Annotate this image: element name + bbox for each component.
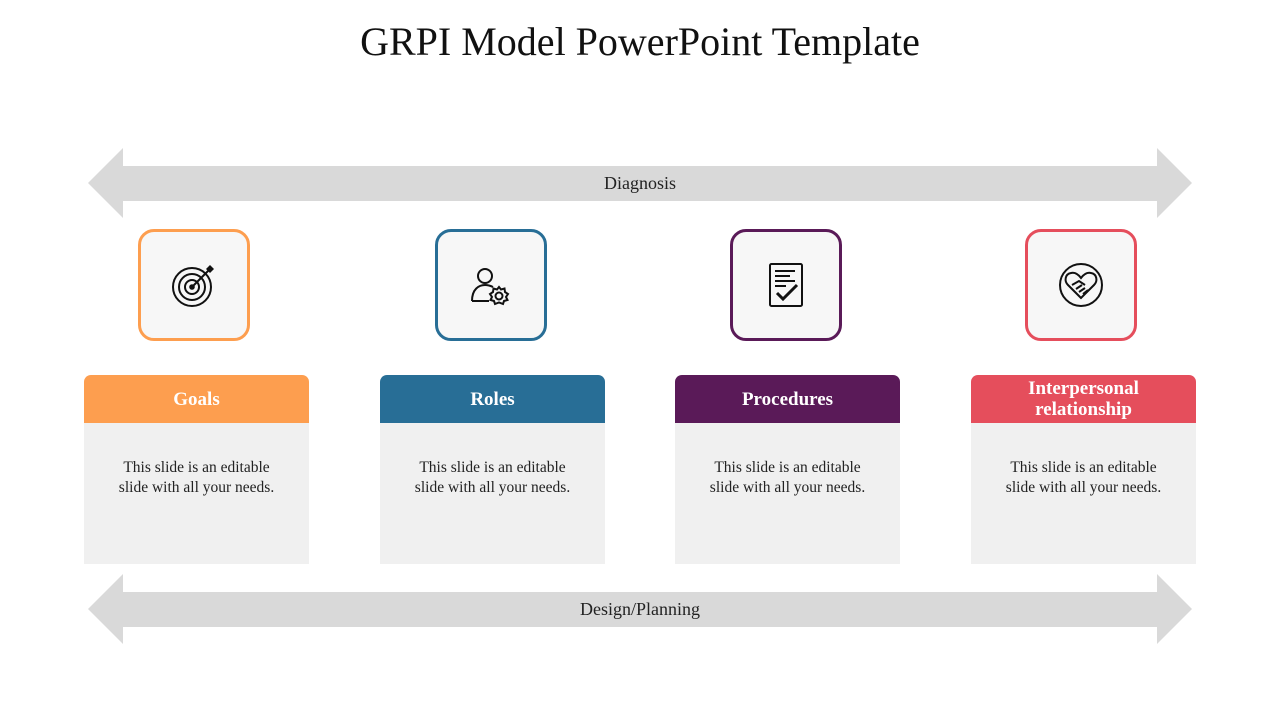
slide-title: GRPI Model PowerPoint Template (360, 19, 920, 64)
design-planning-label: Design/Planning (580, 599, 700, 619)
goals-icon-box (138, 229, 250, 341)
interpersonal-icon-box (1025, 229, 1137, 341)
procedures-card: This slide is an editable slide with all… (675, 423, 900, 564)
goals-description: This slide is an editable slide with all… (118, 459, 275, 496)
user-settings-icon (471, 268, 510, 306)
roles-heading: Roles (380, 375, 605, 423)
procedures-icon-box (730, 229, 842, 341)
checklist-document-icon (769, 263, 803, 307)
roles-card: This slide is an editable slide with all… (380, 423, 605, 564)
diagnosis-label: Diagnosis (604, 173, 676, 193)
procedures-heading: Procedures (675, 375, 900, 423)
goals-heading: Goals (84, 375, 309, 423)
goals-card: This slide is an editable slide with all… (84, 423, 309, 564)
interpersonal-description: This slide is an editable slide with all… (1005, 459, 1162, 496)
roles-icon-box (435, 229, 547, 341)
roles-description: This slide is an editable slide with all… (414, 459, 571, 496)
interpersonal-heading: Interpersonal relationship (971, 375, 1196, 423)
target-icon (172, 265, 214, 307)
handshake-heart-icon (1059, 263, 1103, 307)
procedures-description: This slide is an editable slide with all… (709, 459, 866, 496)
interpersonal-card: This slide is an editable slide with all… (971, 423, 1196, 564)
